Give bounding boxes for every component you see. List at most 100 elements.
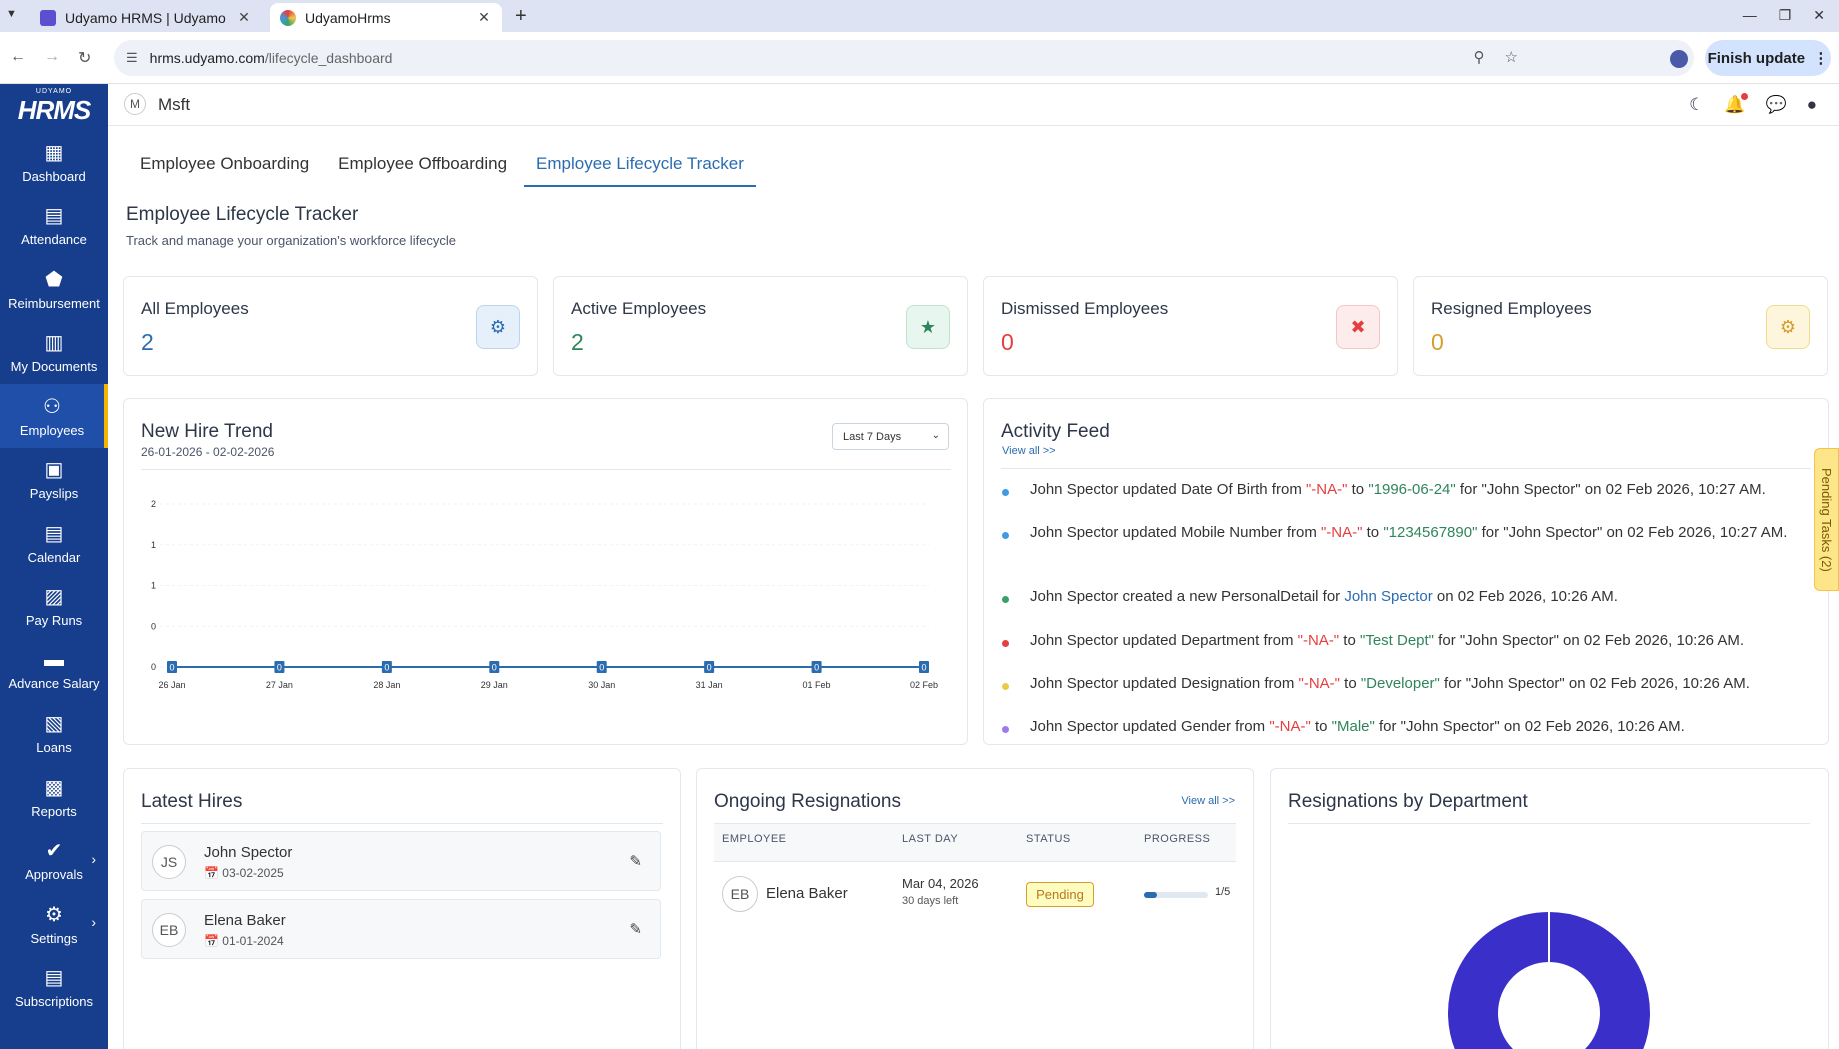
- list-item[interactable]: EB Elena Baker 📅 01-01-2024 ✎: [141, 899, 661, 959]
- sidebar-item-label: Settings: [30, 930, 78, 946]
- edit-icon[interactable]: ✎: [629, 852, 642, 870]
- activity-text-part: to: [1339, 632, 1360, 649]
- sidebar-item-label: Advance Salary: [8, 675, 100, 691]
- new-hire-trend-panel: New Hire Trend 26-01-2026 - 02-02-2026 L…: [123, 398, 968, 745]
- sidebar-item-dashboard[interactable]: ▦ Dashboard: [0, 130, 108, 194]
- finish-update-button[interactable]: Finish update ⋮: [1705, 40, 1831, 76]
- sidebar-item-attendance[interactable]: ▤ Attendance: [0, 194, 108, 258]
- url-input[interactable]: ☰ hrms.udyamo.com/lifecycle_dashboard ⚲ …: [114, 40, 1694, 76]
- sidebar-item-loans[interactable]: ▧ Loans: [0, 702, 108, 766]
- edit-icon[interactable]: ✎: [629, 920, 642, 938]
- bookmark-star-icon[interactable]: ☆: [1505, 48, 1518, 66]
- sidebar-item-pay-runs[interactable]: ▨ Pay Runs: [0, 575, 108, 639]
- activity-text-part: John Spector updated Mobile Number from: [1030, 524, 1321, 541]
- activity-text-part: to: [1347, 481, 1369, 498]
- resignations-donut-chart: [1448, 912, 1650, 1049]
- stat-card-all-employees[interactable]: All Employees 2 ⚙: [123, 276, 538, 376]
- tab-search-icon[interactable]: ▼: [6, 8, 17, 20]
- sidebar-item-label: Dashboard: [22, 168, 86, 184]
- stat-value: 2: [571, 329, 584, 355]
- sidebar-item-calendar[interactable]: ▤ Calendar: [0, 511, 108, 575]
- sidebar-item-employees[interactable]: ⚇ Employees: [0, 384, 108, 448]
- forward-icon[interactable]: →: [44, 48, 60, 66]
- stat-card-resigned-employees[interactable]: Resigned Employees 0 ⚙: [1413, 276, 1828, 376]
- sidebar: UDYAMO HRMS ▦ Dashboard ▤ Attendance ⬟ Reimbu…: [0, 84, 108, 1049]
- tab-employee-lifecycle-tracker[interactable]: Employee Lifecycle Tracker: [524, 148, 756, 187]
- panel-title: Activity Feed: [1001, 421, 1110, 442]
- activity-item: John Spector updated Gender from "-NA-" …: [1002, 716, 1802, 737]
- panel-title: Ongoing Resignations: [714, 791, 901, 812]
- restore-icon[interactable]: ❐: [1779, 7, 1792, 24]
- gear-icon: ⚙: [45, 903, 63, 926]
- back-icon[interactable]: ←: [10, 48, 26, 66]
- tab-employee-offboarding[interactable]: Employee Offboarding: [326, 148, 519, 187]
- logo[interactable]: UDYAMO HRMS: [0, 84, 108, 130]
- resignations-view-all-link[interactable]: View all >>: [1181, 795, 1235, 807]
- sidebar-item-reimbursement[interactable]: ⬟ Reimbursement: [0, 257, 108, 321]
- pending-tasks-tab[interactable]: Pending Tasks (2): [1814, 448, 1839, 591]
- activity-text-part[interactable]: John Spector: [1344, 588, 1432, 605]
- sidebar-item-reports[interactable]: ▩ Reports: [0, 765, 108, 829]
- org-name[interactable]: Msft: [158, 95, 190, 115]
- stat-label: Active Employees: [571, 299, 707, 318]
- calendar-icon: 📅: [204, 934, 219, 948]
- reload-icon[interactable]: ↻: [78, 48, 91, 68]
- hire-date: 📅 03-02-2025: [204, 866, 284, 880]
- activity-text-part: "-NA-": [1297, 632, 1340, 649]
- hire-name: John Spector: [204, 844, 293, 861]
- stat-value: 2: [141, 329, 154, 355]
- sidebar-item-my-documents[interactable]: ▥ My Documents: [0, 321, 108, 385]
- activity-item: John Spector updated Designation from "-…: [1002, 673, 1802, 694]
- range-dropdown[interactable]: Last 7 Days ⌄: [832, 423, 949, 450]
- activity-dot: [1002, 726, 1009, 733]
- activity-text-part: to: [1310, 718, 1332, 735]
- tab-employee-onboarding[interactable]: Employee Onboarding: [128, 148, 321, 187]
- data-label: 0: [814, 663, 819, 673]
- chevron-right-icon: ›: [91, 850, 96, 867]
- calendar-icon: ▤: [44, 522, 64, 545]
- chat-icon[interactable]: 💬: [1766, 95, 1787, 115]
- sidebar-item-label: Reports: [31, 803, 77, 819]
- column-header-last-day: LAST DAY: [902, 833, 959, 845]
- activity-text-part: John Spector updated Date Of Birth from: [1030, 481, 1306, 498]
- activity-item: John Spector created a new PersonalDetai…: [1002, 586, 1802, 607]
- browser-tab-2[interactable]: UdyamoHrms ✕: [270, 3, 502, 32]
- zoom-icon[interactable]: ⚲: [1474, 48, 1485, 66]
- sidebar-item-advance-salary[interactable]: ▬ Advance Salary: [0, 638, 108, 702]
- app-header: M Msft ☾ 🔔 💬 ●: [108, 84, 1839, 126]
- user-profile-icon[interactable]: ●: [1807, 95, 1817, 115]
- stat-value: 0: [1001, 329, 1014, 355]
- close-tab-icon[interactable]: ✕: [476, 9, 492, 26]
- close-window-icon[interactable]: ✕: [1813, 7, 1825, 24]
- dashboard-icon: ▦: [44, 141, 64, 164]
- notification-bell-icon[interactable]: 🔔: [1724, 93, 1748, 115]
- hire-date-value: 03-02-2025: [222, 866, 284, 880]
- sidebar-item-approvals[interactable]: ✔ Approvals ›: [0, 829, 108, 893]
- payrun-icon: ▨: [44, 586, 64, 609]
- activity-dot: [1002, 640, 1009, 647]
- sidebar-item-payslips[interactable]: ▣ Payslips: [0, 448, 108, 512]
- sidebar-item-label: Subscriptions: [14, 994, 94, 1010]
- new-tab-icon[interactable]: +: [515, 5, 527, 28]
- org-avatar[interactable]: M: [124, 93, 146, 115]
- list-item[interactable]: JS John Spector 📅 03-02-2025 ✎: [141, 831, 661, 891]
- site-info-icon[interactable]: ☰: [126, 50, 138, 66]
- sidebar-item-label: My Documents: [10, 359, 98, 375]
- close-tab-icon[interactable]: ✕: [236, 9, 252, 26]
- hire-date: 📅 01-01-2024: [204, 934, 284, 948]
- employee-name: Elena Baker: [766, 885, 848, 902]
- data-label: 0: [169, 663, 174, 673]
- browser-profile-icon[interactable]: [1670, 50, 1688, 68]
- stat-card-active-employees[interactable]: Active Employees 2 ★: [553, 276, 968, 376]
- dark-mode-icon[interactable]: ☾: [1689, 95, 1704, 115]
- tab-title: Udyamo HRMS | Udyamo: [65, 9, 226, 26]
- browser-tab-1[interactable]: Udyamo HRMS | Udyamo ✕: [30, 3, 262, 32]
- sidebar-item-settings[interactable]: ⚙ Settings ›: [0, 892, 108, 956]
- activity-view-all-link[interactable]: View all >>: [1002, 445, 1056, 457]
- minimize-icon[interactable]: —: [1743, 7, 1757, 24]
- stat-card-dismissed-employees[interactable]: Dismissed Employees 0 ✖: [983, 276, 1398, 376]
- sidebar-item-subscriptions[interactable]: ▤ Subscriptions: [0, 956, 108, 1020]
- x-tick-label: 27 Jan: [266, 680, 293, 690]
- pending-tasks-label: Pending Tasks (2): [1819, 467, 1834, 572]
- latest-hires-panel: Latest Hires JS John Spector 📅 03-02-202…: [123, 768, 681, 1049]
